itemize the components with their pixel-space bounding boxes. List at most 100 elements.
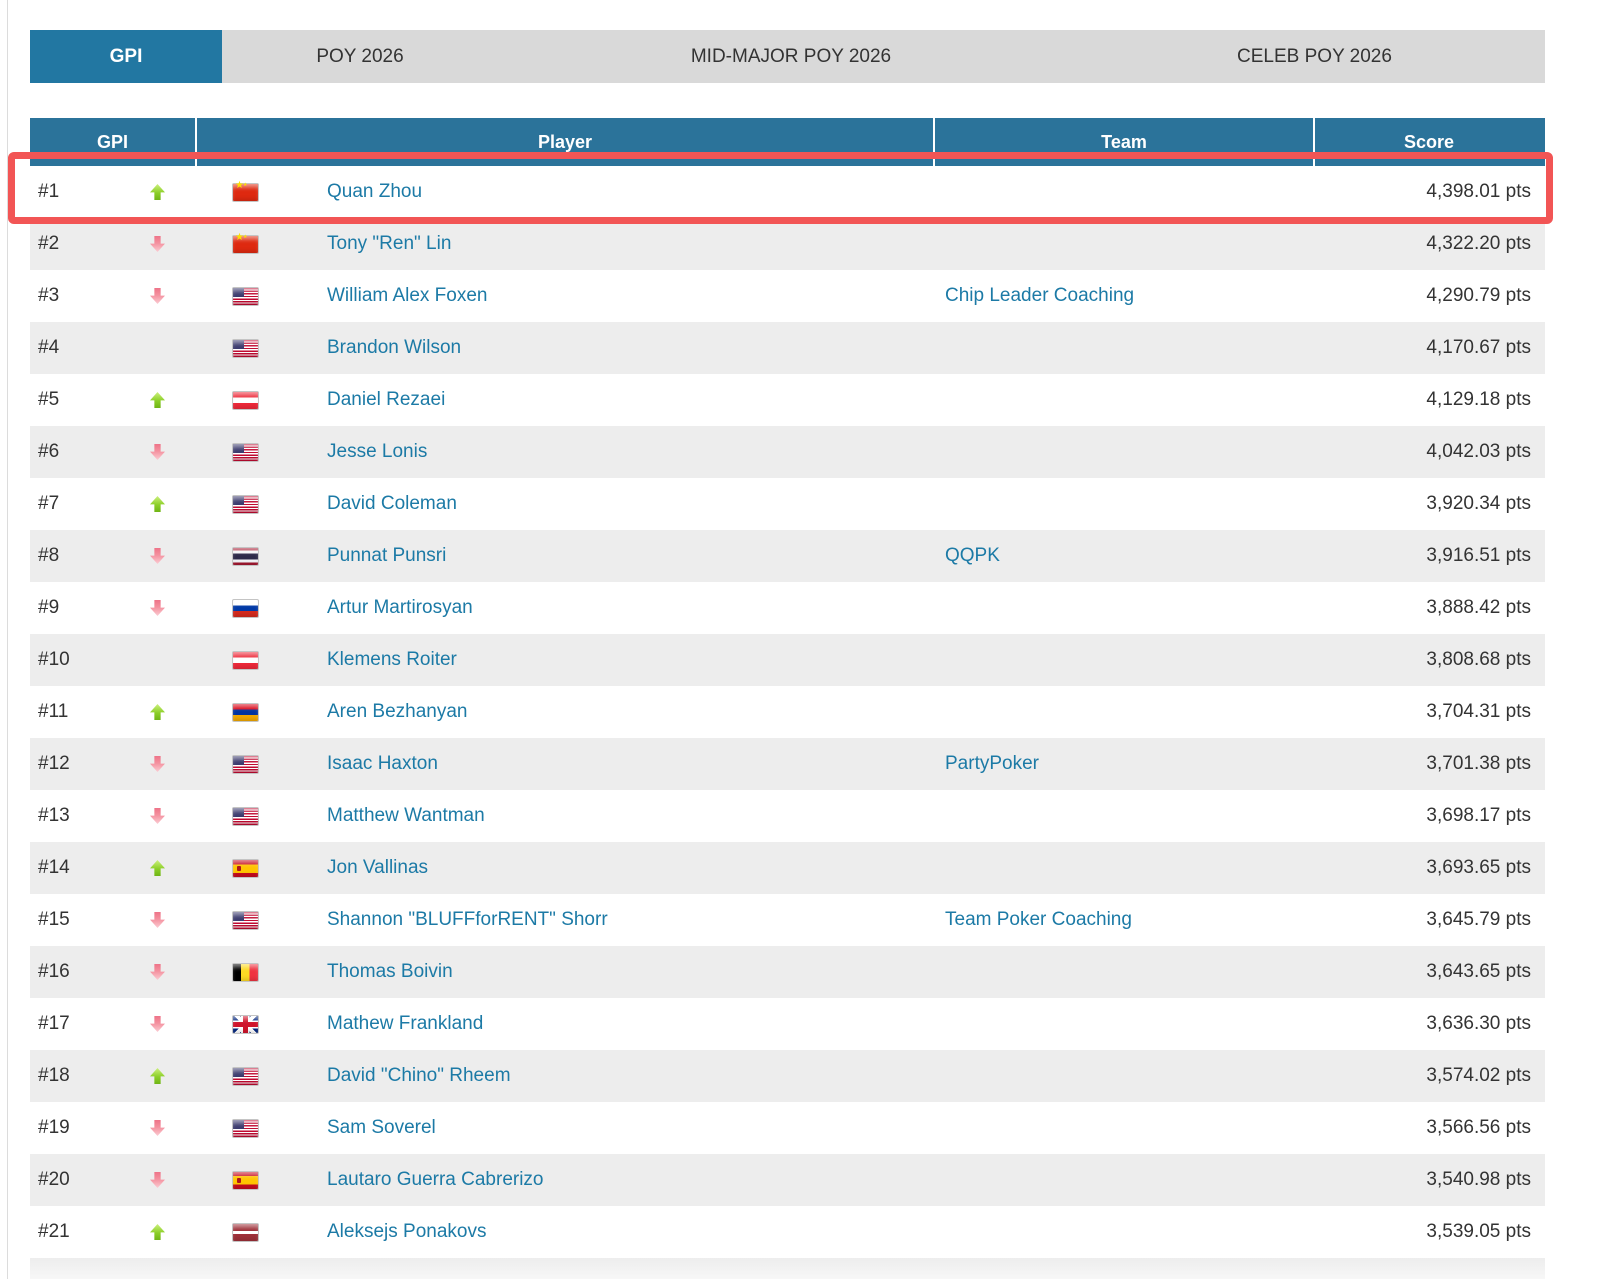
player-row: #17 Mathew Frankland 3,636.30 pts: [30, 998, 1545, 1050]
player-name-link[interactable]: Lautaro Guerra Cabrerizo: [327, 1169, 544, 1191]
score-value: 4,042.03 pts: [1315, 441, 1545, 463]
player-name-link[interactable]: Matthew Wantman: [327, 805, 485, 827]
team-link[interactable]: Chip Leader Coaching: [945, 285, 1134, 306]
tab-mid-major-poy-2026[interactable]: MID-MAJOR POY 2026: [498, 30, 1084, 83]
player-row: #5 Daniel Rezaei 4,129.18 pts: [30, 374, 1545, 426]
rank-label: #10: [38, 649, 150, 671]
player-name-link[interactable]: Aleksejs Ponakovs: [327, 1221, 486, 1243]
player-name-link[interactable]: Brandon Wilson: [327, 337, 461, 359]
flag-es-icon: [232, 859, 259, 878]
team-link[interactable]: QQPK: [945, 545, 1000, 566]
tab-celeb-poy-2026[interactable]: CELEB POY 2026: [1084, 30, 1545, 83]
player-name-link[interactable]: Aren Bezhanyan: [327, 701, 468, 723]
rank-label: #1: [38, 181, 150, 203]
flag-es-icon: [232, 1171, 259, 1190]
player-row: #19 Sam Soverel 3,566.56 pts: [30, 1102, 1545, 1154]
flag-us-icon: [232, 755, 259, 774]
table-header-row: GPI Player Team Score: [30, 118, 1545, 166]
player-name-link[interactable]: Quan Zhou: [327, 181, 422, 203]
rank-label: #5: [38, 389, 150, 411]
player-row: #14 Jon Vallinas 3,693.65 pts: [30, 842, 1545, 894]
flag-th-icon: [232, 547, 259, 566]
rank-label: #4: [38, 337, 150, 359]
score-value: 3,916.51 pts: [1315, 545, 1545, 567]
player-name-link[interactable]: Jesse Lonis: [327, 441, 427, 463]
flag-at-icon: [232, 651, 259, 670]
rank-up-icon: [150, 1068, 165, 1084]
tab-poy-2026[interactable]: POY 2026: [222, 30, 498, 83]
rank-up-icon: [150, 860, 165, 876]
player-name-link[interactable]: Jon Vallinas: [327, 857, 428, 879]
rank-label: #21: [38, 1221, 150, 1243]
player-name-link[interactable]: Thomas Boivin: [327, 961, 453, 983]
ranking-tabs: GPI POY 2026 MID-MAJOR POY 2026 CELEB PO…: [30, 30, 1545, 83]
flag-be-icon: [232, 963, 259, 982]
rank-up-icon: [150, 704, 165, 720]
player-name-link[interactable]: Daniel Rezaei: [327, 389, 445, 411]
flag-at-icon: [232, 391, 259, 410]
rank-label: #14: [38, 857, 150, 879]
player-name-link[interactable]: Isaac Haxton: [327, 753, 438, 775]
rankings-table: GPI Player Team Score #1 Quan Zhou 4,398…: [30, 118, 1545, 1279]
score-value: 3,636.30 pts: [1315, 1013, 1545, 1035]
player-name-link[interactable]: Klemens Roiter: [327, 649, 457, 671]
rank-label: #2: [38, 233, 150, 255]
header-player: Player: [197, 118, 935, 166]
rank-up-icon: [150, 496, 165, 512]
flag-us-icon: [232, 807, 259, 826]
player-row: #6 Jesse Lonis 4,042.03 pts: [30, 426, 1545, 478]
score-value: 4,398.01 pts: [1315, 181, 1545, 203]
flag-us-icon: [232, 339, 259, 358]
tab-gpi[interactable]: GPI: [30, 30, 222, 83]
player-name-link[interactable]: Shannon "BLUFFforRENT" Shorr: [327, 909, 608, 931]
player-name-link[interactable]: Mathew Frankland: [327, 1013, 483, 1035]
score-value: 3,539.05 pts: [1315, 1221, 1545, 1243]
player-name-link[interactable]: David "Chino" Rheem: [327, 1065, 511, 1087]
score-value: 3,920.34 pts: [1315, 493, 1545, 515]
flag-cn-icon: [232, 183, 259, 202]
score-value: 3,574.02 pts: [1315, 1065, 1545, 1087]
score-value: 3,701.38 pts: [1315, 753, 1545, 775]
rank-down-icon: [150, 236, 165, 252]
rank-label: #20: [38, 1169, 150, 1191]
header-team: Team: [935, 118, 1315, 166]
flag-am-icon: [232, 703, 259, 722]
rank-down-icon: [150, 808, 165, 824]
rank-label: #13: [38, 805, 150, 827]
flag-us-icon: [232, 287, 259, 306]
team-link[interactable]: Team Poker Coaching: [945, 909, 1132, 930]
flag-us-icon: [232, 911, 259, 930]
player-name-link[interactable]: Tony "Ren" Lin: [327, 233, 451, 255]
rank-down-icon: [150, 1016, 165, 1032]
player-row: #15 Shannon "BLUFFforRENT" Shorr Team Po…: [30, 894, 1545, 946]
player-name-link[interactable]: David Coleman: [327, 493, 457, 515]
score-value: 3,645.79 pts: [1315, 909, 1545, 931]
flag-cn-icon: [232, 235, 259, 254]
player-row: #12 Isaac Haxton PartyPoker 3,701.38 pts: [30, 738, 1545, 790]
flag-gb-icon: [232, 1015, 259, 1034]
player-name-link[interactable]: Sam Soverel: [327, 1117, 436, 1139]
rank-down-icon: [150, 1172, 165, 1188]
rank-label: #12: [38, 753, 150, 775]
player-name-link[interactable]: Punnat Punsri: [327, 545, 446, 567]
score-value: 4,129.18 pts: [1315, 389, 1545, 411]
score-value: 3,693.65 pts: [1315, 857, 1545, 879]
rank-up-icon: [150, 1224, 165, 1240]
player-row: #11 Aren Bezhanyan 3,704.31 pts: [30, 686, 1545, 738]
rank-up-icon: [150, 392, 165, 408]
score-value: 4,290.79 pts: [1315, 285, 1545, 307]
player-name-link[interactable]: William Alex Foxen: [327, 285, 488, 307]
player-name-link[interactable]: Artur Martirosyan: [327, 597, 473, 619]
rank-label: #3: [38, 285, 150, 307]
team-link[interactable]: PartyPoker: [945, 753, 1039, 774]
rank-label: #15: [38, 909, 150, 931]
table-body: #1 Quan Zhou 4,398.01 pts #2 Tony "Ren" …: [30, 166, 1545, 1258]
header-gpi: GPI: [30, 118, 197, 166]
partial-next-row: [30, 1258, 1545, 1279]
player-row: #10 Klemens Roiter 3,808.68 pts: [30, 634, 1545, 686]
rank-label: #19: [38, 1117, 150, 1139]
flag-us-icon: [232, 443, 259, 462]
player-row: #7 David Coleman 3,920.34 pts: [30, 478, 1545, 530]
score-value: 3,698.17 pts: [1315, 805, 1545, 827]
flag-ru-icon: [232, 599, 259, 618]
